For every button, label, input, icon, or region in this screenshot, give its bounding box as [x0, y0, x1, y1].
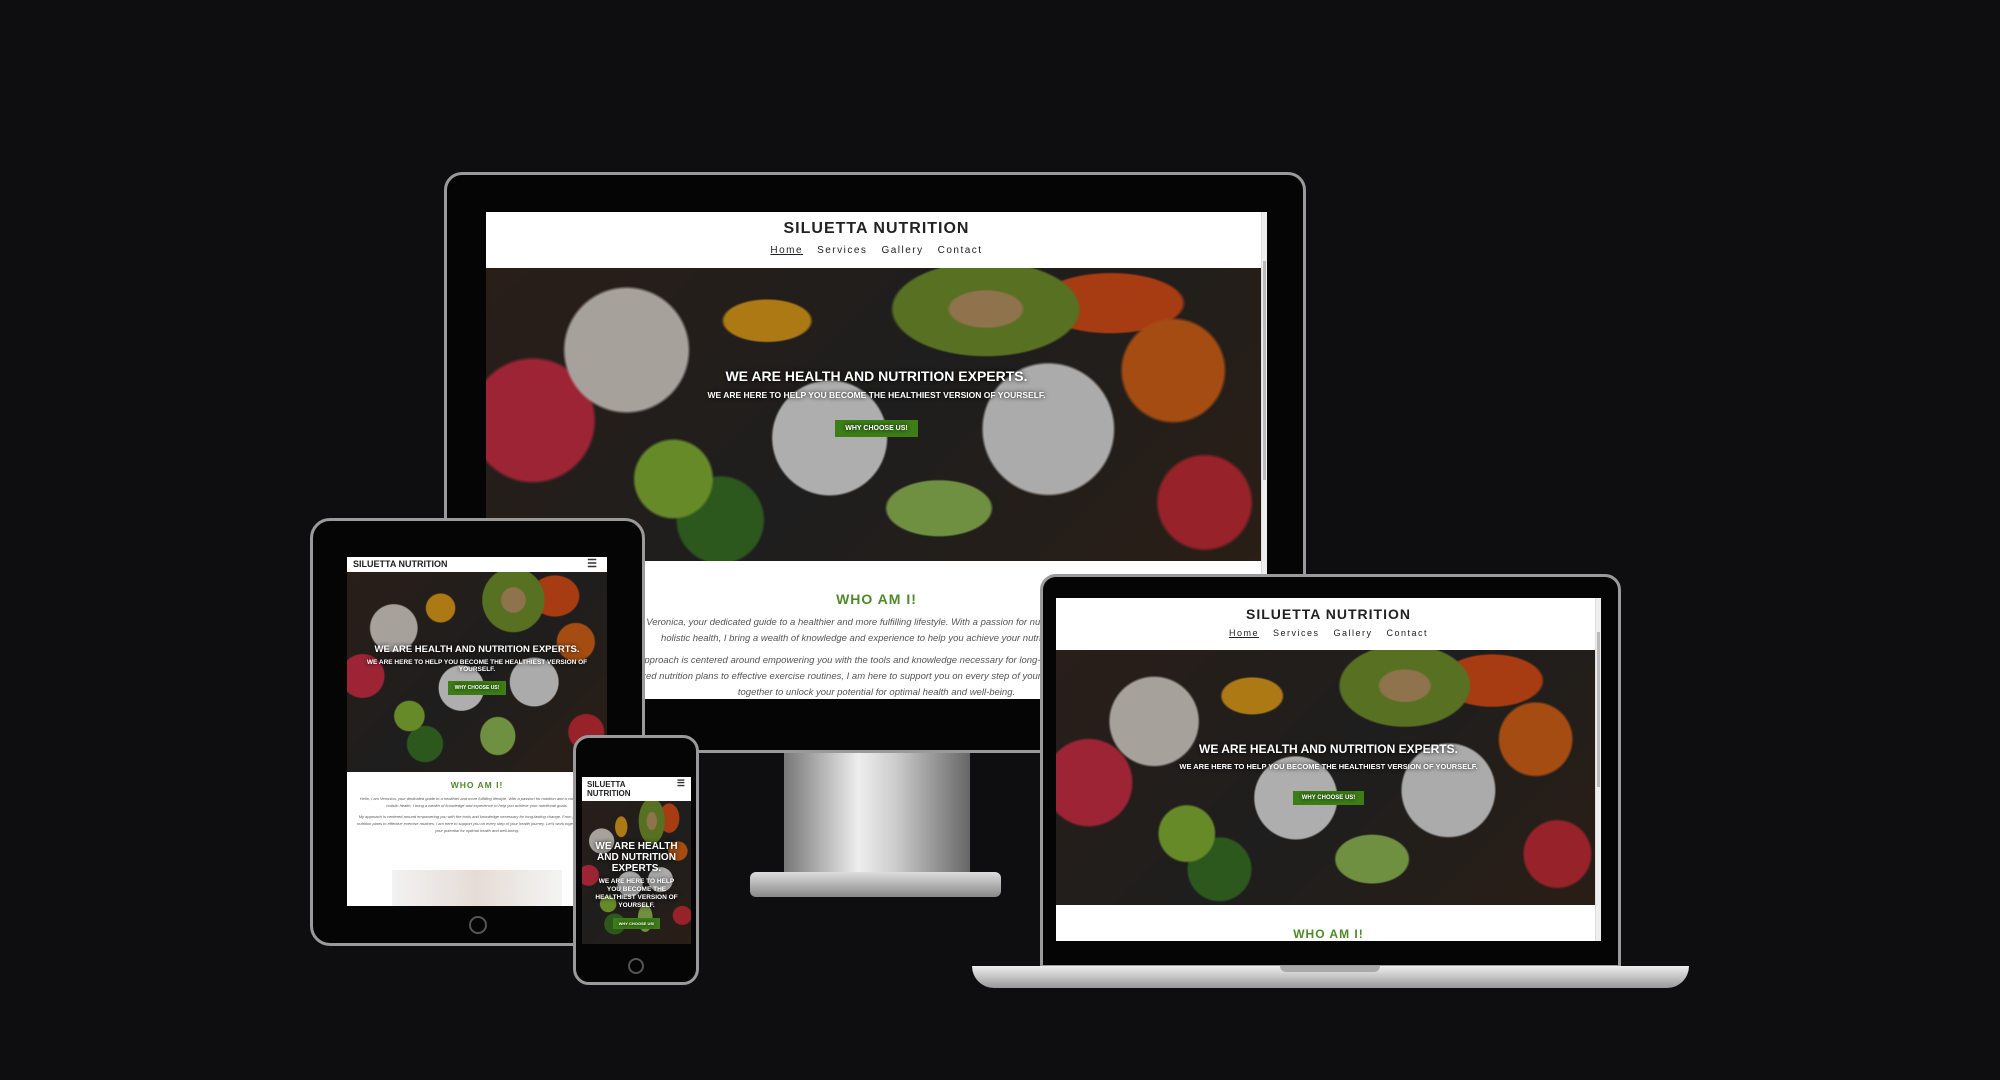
why-choose-us-button[interactable]: WHY CHOOSE US!	[1292, 791, 1365, 805]
hero-section: WE ARE HEALTH AND NUTRITION EXPERTS. WE …	[582, 801, 691, 944]
hero-subheading: WE ARE HERE TO HELP YOU BECOME THE HEALT…	[707, 390, 1046, 400]
site-title[interactable]: SILUETTA NUTRITION	[353, 559, 601, 569]
about-paragraph-2: My approach is centered around empowerin…	[357, 814, 597, 833]
hamburger-menu-icon[interactable]: ☰	[587, 557, 597, 570]
about-photo	[392, 870, 562, 906]
phone-home-button	[628, 958, 644, 974]
hero-heading: WE ARE HEALTH AND NUTRITION EXPERTS.	[595, 841, 678, 874]
hero-section: WE ARE HEALTH AND NUTRITION EXPERTS. WE …	[1056, 650, 1601, 905]
nav-contact[interactable]: Contact	[938, 245, 983, 256]
nav-services[interactable]: Services	[1273, 628, 1320, 638]
why-choose-us-button[interactable]: WHY CHOOSE US!	[447, 681, 507, 695]
about-heading: WHO AM I!	[1293, 927, 1364, 941]
hero-subheading: WE ARE HERE TO HELP YOU BECOME THE HEALT…	[366, 659, 588, 673]
hero-subheading: WE ARE HERE TO HELP YOU BECOME THE HEALT…	[595, 878, 678, 909]
tablet-home-button	[469, 916, 487, 934]
site-title[interactable]: SILUETTA NUTRITION	[486, 220, 1267, 238]
main-nav: Home Services Gallery Contact	[486, 245, 1267, 256]
monitor-stand-base	[750, 872, 1001, 897]
nav-contact[interactable]: Contact	[1387, 628, 1429, 638]
laptop-screen: SILUETTA NUTRITION Home Services Gallery Co…	[1056, 598, 1601, 941]
phone-screen: SILUETTA NUTRITION ☰ WE ARE HEALTH AND N…	[582, 777, 691, 944]
why-choose-us-button[interactable]: WHY CHOOSE US!	[835, 420, 918, 437]
hero-heading: WE ARE HEALTH AND NUTRITION EXPERTS.	[1199, 742, 1458, 756]
nav-gallery[interactable]: Gallery	[881, 245, 923, 256]
hero-heading: WE ARE HEALTH AND NUTRITION EXPERTS.	[374, 644, 580, 655]
site-title-line-2[interactable]: NUTRITION	[587, 789, 686, 798]
tablet-screen: SILUETTA NUTRITION ☰ WE ARE HEALTH AND N…	[347, 557, 607, 906]
about-paragraph-1: Hello, I am Veronica, your dedicated gui…	[359, 796, 595, 808]
nav-gallery[interactable]: Gallery	[1333, 628, 1372, 638]
why-choose-us-button[interactable]: WHY CHOOSE US!	[612, 918, 661, 929]
nav-services[interactable]: Services	[817, 245, 867, 256]
site-title[interactable]: SILUETTA NUTRITION	[1056, 606, 1601, 622]
monitor-stand-neck	[784, 750, 970, 880]
nav-home[interactable]: Home	[1229, 628, 1259, 638]
site-title-line-1[interactable]: SILUETTA	[587, 780, 686, 789]
laptop-notch	[1280, 966, 1380, 972]
nav-home[interactable]: Home	[770, 245, 803, 256]
main-nav: Home Services Gallery Contact	[1056, 628, 1601, 638]
hero-subheading: WE ARE HERE TO HELP YOU BECOME THE HEALT…	[1179, 762, 1478, 771]
about-heading: WHO AM I!	[450, 780, 504, 790]
hero-section: WE ARE HEALTH AND NUTRITION EXPERTS. WE …	[347, 572, 607, 772]
hero-heading: WE ARE HEALTH AND NUTRITION EXPERTS.	[725, 368, 1028, 384]
hamburger-menu-icon[interactable]: ☰	[677, 778, 685, 789]
